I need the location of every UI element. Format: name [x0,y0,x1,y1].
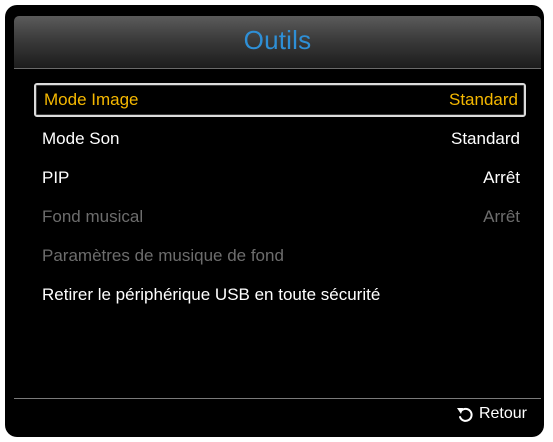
return-arrow-icon [456,407,473,422]
menu-item-mode-son[interactable]: Mode Son Standard [34,122,526,156]
menu-item-label: Fond musical [42,207,144,226]
menu-item-retirer-usb[interactable]: Retirer le périphérique USB en toute séc… [34,278,526,312]
menu-item-label: Paramètres de musique de fond [42,246,284,265]
menu-item-value: Arrêt [483,207,520,226]
return-button[interactable]: Retour [456,405,527,423]
menu-item-label: PIP [42,168,70,187]
menu-item-label: Mode Image [44,90,139,109]
menu-item-parametres-musique-fond: Paramètres de musique de fond [34,239,526,273]
menu-item-value: Arrêt [483,168,520,187]
menu-item-mode-image[interactable]: Mode Image Standard [34,83,526,117]
menu-item-pip[interactable]: PIP Arrêt [34,161,526,195]
menu-item-label: Retirer le périphérique USB en toute séc… [42,285,381,304]
tv-screen: Outils Mode Image Standard Mode Son Stan… [5,5,544,437]
menu-item-value: Standard [449,90,518,109]
menu-item-label: Mode Son [42,129,120,148]
menu-title: Outils [243,25,312,55]
footer-bar: Retour [14,398,541,431]
tools-menu-window: Outils Mode Image Standard Mode Son Stan… [14,16,541,431]
menu-item-fond-musical: Fond musical Arrêt [34,200,526,234]
title-bar: Outils [14,16,541,69]
menu-list: Mode Image Standard Mode Son Standard PI… [14,69,541,399]
menu-item-value: Standard [451,129,520,148]
return-label: Retour [478,405,527,422]
